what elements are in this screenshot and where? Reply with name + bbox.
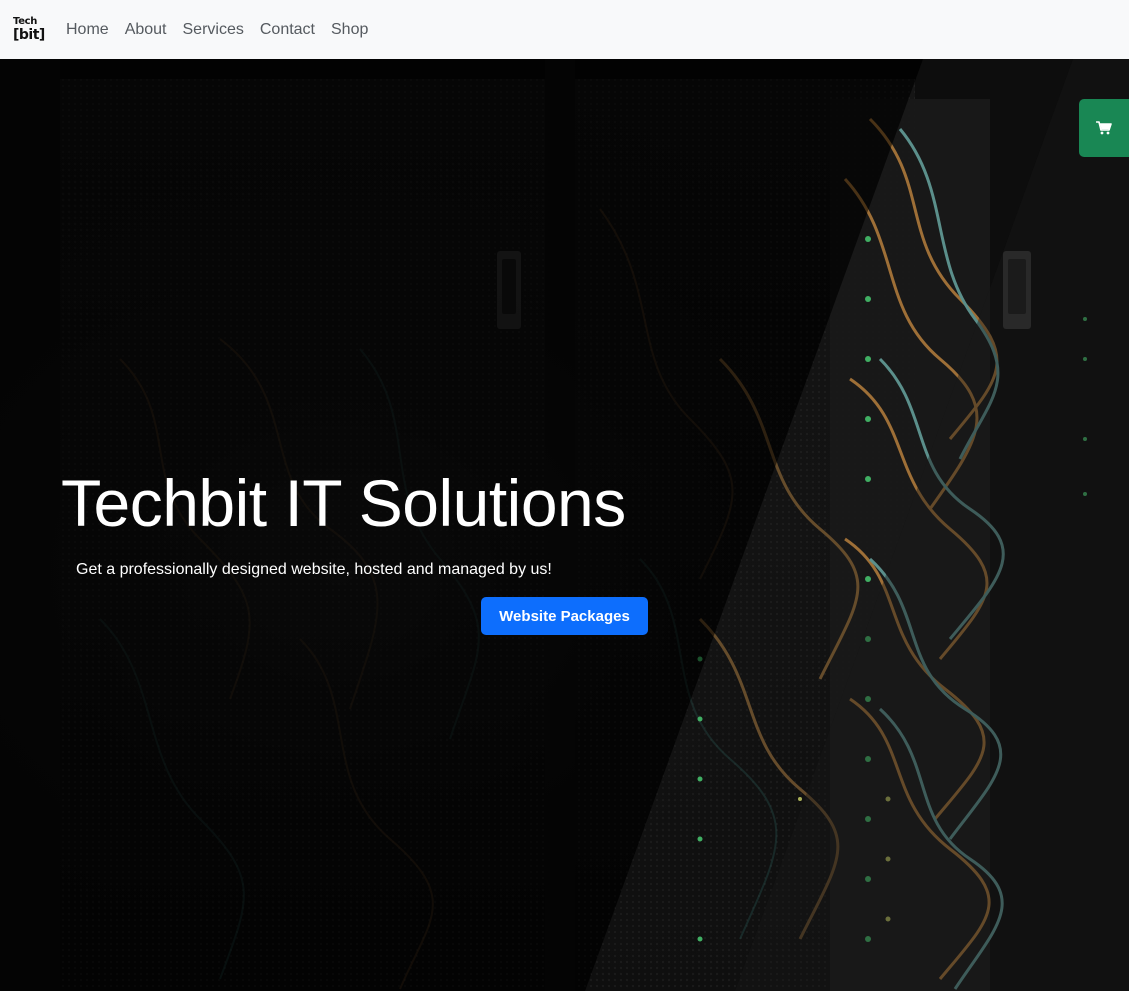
hero-subtitle: Get a professionally designed website, h… (76, 561, 552, 578)
nav-link-services[interactable]: Services (183, 0, 244, 59)
nav-link-home[interactable]: Home (66, 0, 109, 59)
top-navbar: Tech [bit] Home About Services Contact S… (0, 0, 1129, 59)
website-packages-button[interactable]: Website Packages (481, 597, 648, 635)
nav-link-shop[interactable]: Shop (331, 0, 368, 59)
nav-links: Home About Services Contact Shop (66, 0, 384, 59)
hero-title: Techbit IT Solutions (61, 466, 626, 540)
brand-logo-bottom: [bit] (13, 27, 45, 43)
shopping-cart-icon (1096, 121, 1112, 135)
cart-button[interactable] (1079, 99, 1129, 157)
brand-logo[interactable]: Tech [bit] (13, 14, 45, 46)
brand-logo-top: Tech (13, 16, 38, 27)
hero-section: Techbit IT Solutions Get a professionall… (0, 59, 1129, 991)
nav-link-about[interactable]: About (125, 0, 167, 59)
nav-link-contact[interactable]: Contact (260, 0, 315, 59)
